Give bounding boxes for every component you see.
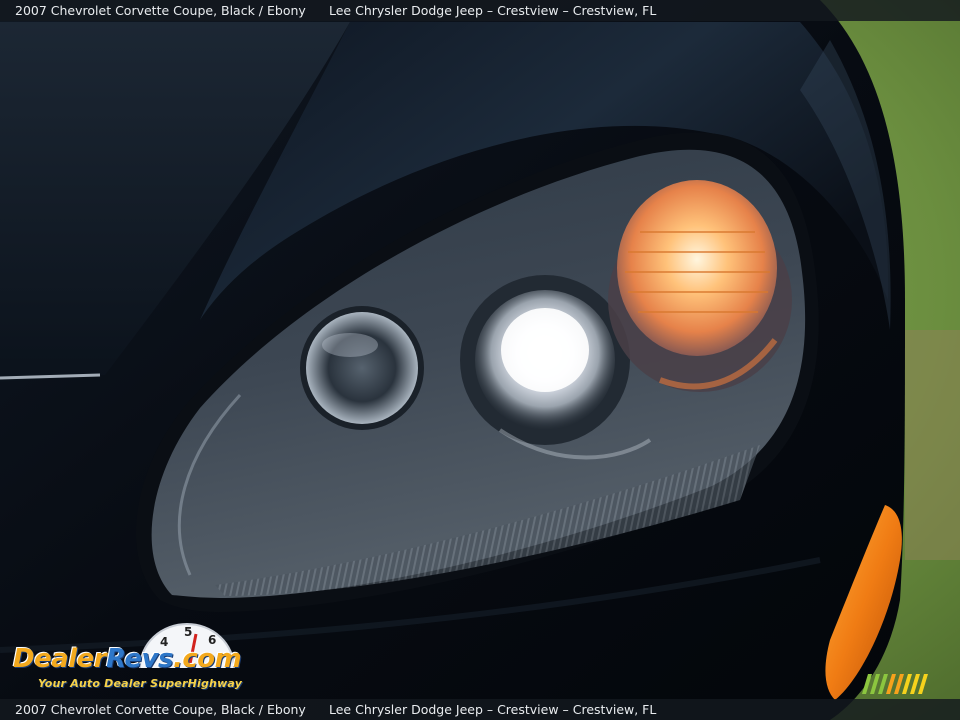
dealerrevs-watermark-logo: 4 5 6 DealerRevs.com Your Auto Dealer Su… [10, 622, 265, 694]
brand-wordmark: DealerRevs.com [13, 644, 242, 674]
car-headlight-photo [0, 0, 960, 720]
brand-com: .com [172, 644, 242, 674]
gauge-number: 5 [184, 625, 192, 639]
brand-tagline: Your Auto Dealer SuperHighway [38, 677, 243, 690]
dealer-caption: Lee Chrysler Dodge Jeep – Crestview – Cr… [329, 702, 657, 717]
brand-revs: Revs [106, 644, 173, 674]
vehicle-caption: 2007 Chevrolet Corvette Coupe, Black / E… [15, 702, 306, 717]
caption-bar-top: 2007 Chevrolet Corvette Coupe, Black / E… [0, 0, 960, 21]
highway-stripes-icon [862, 674, 928, 694]
caption-bar-bottom: 2007 Chevrolet Corvette Coupe, Black / E… [0, 699, 960, 720]
photo-viewer: 2007 Chevrolet Corvette Coupe, Black / E… [0, 0, 960, 720]
vehicle-caption: 2007 Chevrolet Corvette Coupe, Black / E… [15, 3, 306, 18]
dealer-caption: Lee Chrysler Dodge Jeep – Crestview – Cr… [329, 3, 657, 18]
brand-dealer: Dealer [13, 644, 107, 674]
